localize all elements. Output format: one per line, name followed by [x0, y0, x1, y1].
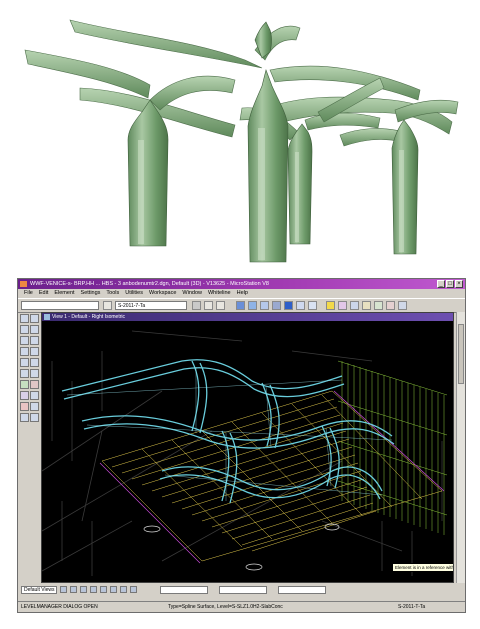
view-field-1[interactable] — [160, 585, 209, 594]
move-icon[interactable] — [30, 369, 39, 378]
vertical-scrollbar[interactable] — [456, 312, 465, 583]
view-window[interactable]: View 1 - Default - Right Isometric Eleme… — [41, 312, 454, 583]
menu-whiteline[interactable]: Whiteline — [208, 289, 231, 298]
dimension-icon[interactable] — [30, 413, 39, 422]
menu-tools[interactable]: Tools — [106, 289, 119, 298]
minimize-button[interactable]: _ — [437, 280, 445, 288]
accudraw-icon[interactable] — [260, 301, 269, 310]
preview-icon[interactable] — [374, 301, 383, 310]
ellipse-icon[interactable] — [30, 358, 39, 367]
menu-settings[interactable]: Settings — [81, 289, 101, 298]
element-tooltip: Element is in a reference with locate tu… — [392, 563, 453, 572]
zoom-in-icon[interactable] — [80, 586, 88, 593]
color-icon[interactable] — [192, 301, 201, 310]
zoom-out-icon[interactable] — [90, 586, 98, 593]
measure-tool-icon[interactable] — [20, 336, 29, 345]
status-message: LEVELMANAGER DIALOG OPEN — [21, 604, 98, 610]
group-icon[interactable] — [20, 391, 29, 400]
delete-icon[interactable] — [30, 380, 39, 389]
fence-icon[interactable] — [30, 314, 39, 323]
level-select[interactable]: S-2011-7-Ta — [115, 301, 187, 310]
view-controls-bar: Default Views — [18, 584, 465, 595]
status-bar: LEVELMANAGER DIALOG OPEN Type=Spline Sur… — [18, 601, 465, 612]
menu-utilities[interactable]: Utilities — [125, 289, 143, 298]
reference-icon[interactable] — [386, 301, 395, 310]
status-active-level: S-2011-T-Ta — [398, 604, 426, 610]
render-icon[interactable] — [338, 301, 347, 310]
circle-icon[interactable] — [20, 358, 29, 367]
view-field-2[interactable] — [219, 585, 268, 594]
menu-edit[interactable]: Edit — [39, 289, 48, 298]
fit-view-icon[interactable] — [110, 586, 118, 593]
polyline-icon[interactable] — [30, 325, 39, 334]
view-attributes-icon[interactable] — [60, 586, 68, 593]
update-view-icon[interactable] — [70, 586, 78, 593]
menu-workspace[interactable]: Workspace — [149, 289, 176, 298]
tool-palette — [18, 312, 40, 442]
scrollbar-thumb[interactable] — [458, 324, 464, 384]
menu-help[interactable]: Help — [237, 289, 248, 298]
menu-file[interactable]: File — [24, 289, 33, 298]
microstation-window: WWF-VENICE-s- BRP.HH ... HBS - 3 anboden… — [17, 278, 466, 613]
viewport-drawing[interactable] — [42, 321, 453, 582]
raster-icon[interactable] — [398, 301, 407, 310]
view-titlebar: View 1 - Default - Right Isometric — [42, 313, 453, 321]
window-titlebar: WWF-VENICE-s- BRP.HH ... HBS - 3 anboden… — [18, 279, 465, 289]
walk-icon[interactable] — [350, 301, 359, 310]
line-weight-icon[interactable] — [216, 301, 225, 310]
app-icon — [20, 281, 27, 287]
maximize-button[interactable]: □ — [446, 280, 454, 288]
print-icon[interactable] — [362, 301, 371, 310]
structure-3d-render — [24, 19, 459, 263]
rotate-view-icon[interactable] — [120, 586, 128, 593]
info-icon[interactable] — [284, 301, 293, 310]
status-element-info: Type=Spline Surface, Level=S-SLZ1.0H2-Sl… — [168, 604, 283, 610]
trim-icon[interactable] — [20, 402, 29, 411]
active-level-combo[interactable] — [21, 301, 99, 310]
measure-icon[interactable] — [296, 301, 305, 310]
menubar: File Edit Element Settings Tools Utiliti… — [18, 289, 465, 298]
pattern-icon[interactable] — [20, 413, 29, 422]
text-icon[interactable] — [20, 347, 29, 356]
view-icon — [44, 314, 50, 320]
copy-icon[interactable] — [20, 369, 29, 378]
modify-icon[interactable] — [20, 380, 29, 389]
view-select[interactable]: Default Views — [21, 585, 58, 594]
main-toolbar: S-2011-7-Ta — [18, 298, 465, 313]
display-icon[interactable] — [248, 301, 257, 310]
level-manager-icon[interactable] — [103, 301, 112, 310]
project-explorer-icon[interactable] — [272, 301, 281, 310]
models-icon[interactable] — [308, 301, 317, 310]
select-icon[interactable] — [20, 314, 29, 323]
window-title: WWF-VENICE-s- BRP.HH ... HBS - 3 anboden… — [30, 281, 269, 287]
menu-window[interactable]: Window — [182, 289, 202, 298]
line-style-icon[interactable] — [204, 301, 213, 310]
line-icon[interactable] — [20, 325, 29, 334]
close-button[interactable]: × — [455, 280, 463, 288]
fillet-icon[interactable] — [30, 402, 39, 411]
arc-icon[interactable] — [30, 347, 39, 356]
cell-icon[interactable] — [30, 391, 39, 400]
zoom-icon[interactable] — [30, 336, 39, 345]
view-title: View 1 - Default - Right Isometric — [52, 314, 125, 320]
lightbulb-icon[interactable] — [326, 301, 335, 310]
window-area-icon[interactable] — [100, 586, 108, 593]
menu-element[interactable]: Element — [54, 289, 74, 298]
pan-view-icon[interactable] — [130, 586, 138, 593]
view-field-3[interactable] — [278, 585, 327, 594]
primary-tools-icon[interactable] — [236, 301, 245, 310]
